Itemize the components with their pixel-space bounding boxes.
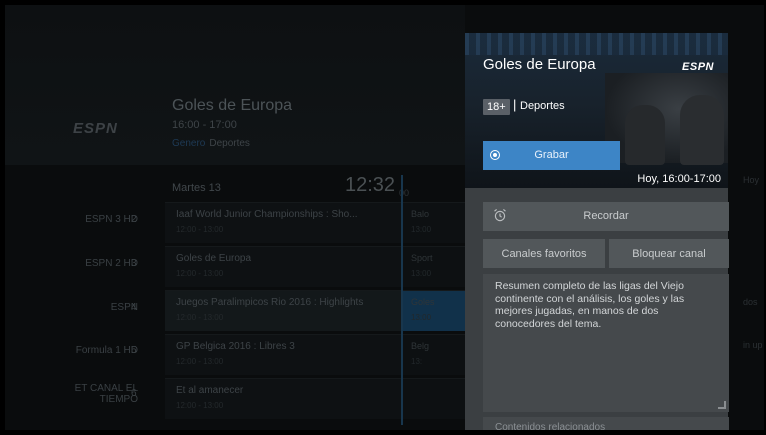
edge-text: dos (743, 297, 758, 307)
program-hours: 13:00 (411, 313, 432, 322)
program-hours: 13:00 (411, 269, 432, 278)
bg-program-genre: Genero Deportes (172, 138, 250, 149)
panel-program-title: Goles de Europa (483, 56, 596, 73)
program-hours: 12:00 - 13:00 (176, 401, 224, 410)
program-cell[interactable]: Iaaf World Junior Championships : Sho...… (165, 202, 401, 243)
presenter-figure (625, 105, 665, 165)
program-cell[interactable] (403, 378, 465, 419)
program-title: Goles (411, 297, 435, 307)
program-cell[interactable]: GP Belgica 2016 : Libres 3 12:00 - 13:00 (165, 334, 401, 375)
program-title: Balo (411, 209, 430, 219)
age-rating-badge: 18+ (483, 99, 510, 115)
description-text: Resumen completo de las ligas del Viejo … (495, 280, 685, 330)
channel-name[interactable]: ESPN (8, 302, 138, 313)
meta-separator: | (513, 97, 517, 112)
panel-genre: Deportes (520, 100, 565, 112)
channel-logo: ESPN (73, 120, 118, 137)
program-title: Belg (411, 341, 430, 351)
program-hours: 13: (411, 357, 423, 366)
related-content-label: Contenidos relacionados (495, 422, 606, 430)
bg-genre-value: Deportes (209, 138, 250, 149)
bg-program-time: 16:00 - 17:00 (172, 119, 237, 131)
program-cell[interactable]: Et al amanecer 12:00 - 13:00 (165, 378, 401, 419)
program-hours: 12:00 - 13:00 (176, 225, 224, 234)
program-cell[interactable]: Goles de Europa 12:00 - 13:00 (165, 246, 401, 287)
program-title: Sport (411, 253, 433, 263)
channel-number: 6 (131, 388, 137, 399)
channel-name[interactable]: ESPN 2 HD (8, 258, 138, 269)
channel-name[interactable]: ET CANAL EL TIEMPO (58, 383, 138, 405)
schedule-time: Hoy, 16:00-17:00 (637, 173, 721, 185)
remind-button[interactable]: Recordar (483, 202, 729, 231)
epg-clock: 12:32 (345, 174, 396, 196)
channel-number: 4 (131, 302, 137, 313)
channel-number: 3 (131, 258, 137, 269)
edge-text: Hoy (743, 175, 760, 185)
bg-genre-prefix: Genero (172, 138, 206, 149)
panel-channel-logo: ESPN (682, 61, 714, 73)
channel-name[interactable]: ESPN 3 HD (8, 214, 138, 225)
record-button[interactable]: Grabar (483, 141, 620, 170)
program-hours: 12:00 - 13:00 (176, 269, 224, 278)
tv-screen: ESPN Goles de Europa 16:00 - 17:00 Gener… (5, 5, 764, 430)
program-hero-image: Goles de Europa ESPN 18+ | Deportes Grab… (465, 33, 728, 188)
bg-program-title: Goles de Europa (172, 97, 293, 114)
block-channel-button[interactable]: Bloquear canal (609, 239, 729, 268)
edge-text: in up (743, 340, 763, 350)
channel-number: 5 (131, 345, 137, 356)
program-title: Juegos Paralimpicos Rio 2016 : Highlight… (176, 297, 364, 308)
program-cell-selected[interactable]: Goles 13:00 (403, 290, 465, 331)
epg-date: Martes 13 (172, 182, 221, 194)
program-cell[interactable]: Balo 13:00 (403, 202, 465, 243)
program-detail-panel: Goles de Europa ESPN 18+ | Deportes Grab… (465, 33, 729, 430)
program-description[interactable]: Resumen completo de las ligas del Viejo … (483, 274, 729, 412)
studio-lights (465, 33, 728, 55)
program-hours: 12:00 - 13:00 (176, 357, 224, 366)
program-hours: 13:00 (411, 225, 432, 234)
remind-button-label: Recordar (583, 210, 629, 222)
program-title: Iaaf World Junior Championships : Sho... (176, 209, 358, 220)
program-cell[interactable]: Sport 13:00 (403, 246, 465, 287)
related-content-button[interactable]: Contenidos relacionados (483, 417, 729, 430)
channel-number: 2 (131, 214, 137, 225)
channel-name[interactable]: Formula 1 HD (8, 345, 138, 356)
program-title: GP Belgica 2016 : Libres 3 (176, 341, 295, 352)
program-hours: 12:00 - 13:00 (176, 313, 224, 322)
favorite-channels-button[interactable]: Canales favoritos (483, 239, 605, 268)
presenter-figure (680, 95, 724, 165)
program-cell[interactable]: Belg 13: (403, 334, 465, 375)
resize-handle-icon[interactable] (718, 401, 726, 409)
program-cell[interactable]: Juegos Paralimpicos Rio 2016 : Highlight… (165, 290, 401, 331)
record-button-label: Grabar (534, 149, 569, 161)
program-title: Goles de Europa (176, 253, 252, 264)
program-title: Et al amanecer (176, 385, 244, 396)
